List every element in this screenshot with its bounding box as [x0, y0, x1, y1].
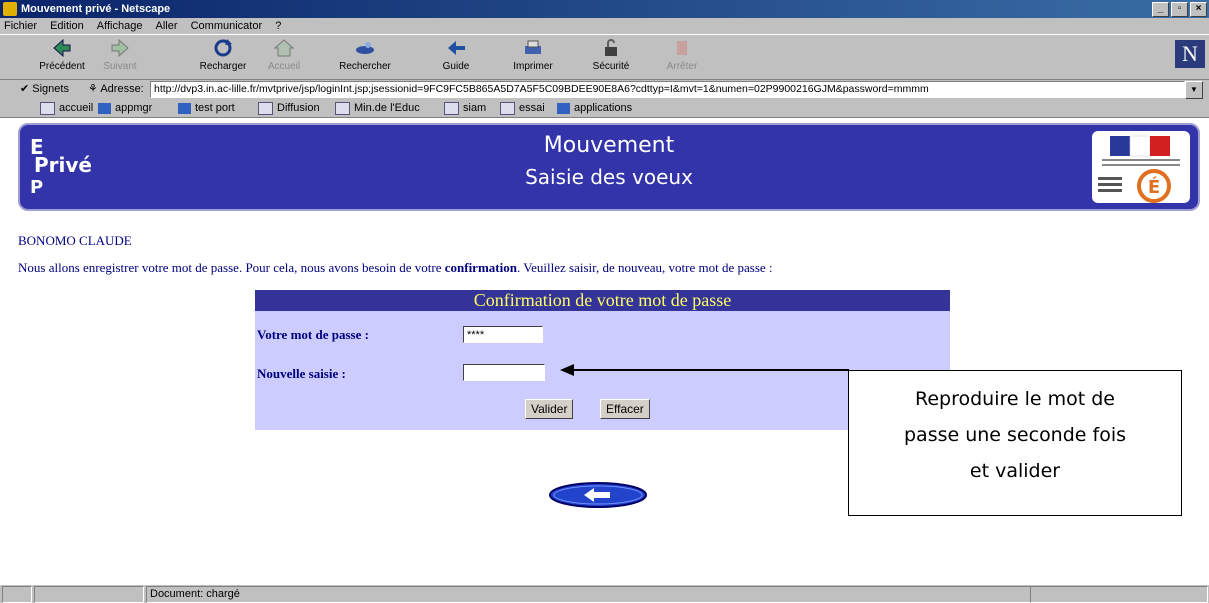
netscape-app-icon — [3, 2, 17, 16]
bookmark-applications[interactable]: applications — [557, 99, 632, 117]
window-title-bar[interactable]: Mouvement privé - Netscape _ ▫ × — [0, 0, 1209, 18]
back-arrow-icon — [53, 38, 71, 58]
folder-icon — [98, 102, 111, 114]
maximize-button[interactable]: ▫ — [1171, 2, 1188, 17]
address-dropdown-button[interactable]: ▼ — [1185, 81, 1203, 99]
marianne-logo-icon: É — [1098, 135, 1180, 203]
callout-line-1: Reproduire le mot de — [914, 388, 1115, 410]
location-toolbar: ✔ Signets ⚘ Adresse: http://dvp3.in.ac-l… — [0, 79, 1209, 99]
svg-text:É: É — [1148, 176, 1160, 198]
window-controls: _ ▫ × — [1152, 2, 1207, 17]
address-label: ⚘ Adresse: — [88, 83, 144, 95]
status-bar: Document: chargé — [0, 584, 1209, 603]
security-status-icon[interactable] — [2, 586, 32, 603]
form-heading: Confirmation de votre mot de passe — [255, 290, 950, 311]
bookmarks-button[interactable]: ✔ Signets — [20, 79, 69, 99]
folder-icon — [557, 102, 570, 114]
search-icon — [356, 42, 374, 54]
close-button[interactable]: × — [1190, 2, 1207, 17]
new-entry-field[interactable] — [463, 364, 545, 381]
folder-icon — [178, 102, 191, 114]
banner-title: Mouvement — [543, 133, 675, 158]
guide-button[interactable]: Guide — [426, 37, 486, 72]
confirmation-message: Nous allons enregistrer votre mot de pas… — [18, 260, 773, 275]
printer-icon — [525, 40, 541, 54]
reset-button[interactable]: Effacer — [600, 399, 650, 419]
bookmark-appmgr[interactable]: appmgr — [98, 99, 152, 117]
address-input[interactable]: http://dvp3.in.ac-lille.fr/mvtprive/jsp/… — [150, 81, 1185, 98]
page-content: E Privé P Mouvement Saisie des voeux É B… — [0, 118, 1209, 584]
padlock-icon — [605, 39, 617, 56]
back-return-button[interactable] — [548, 482, 648, 508]
bookmark-essai[interactable]: essai — [500, 99, 545, 117]
bookmark-test-port[interactable]: test port — [178, 99, 235, 117]
menu-aller[interactable]: Aller — [156, 20, 178, 32]
reload-icon — [214, 39, 232, 57]
component-bar[interactable] — [1030, 586, 1208, 603]
bookmark-accueil[interactable]: accueil — [40, 99, 93, 117]
menu-affichage[interactable]: Affichage — [97, 20, 143, 32]
netscape-logo[interactable]: N — [1175, 40, 1205, 68]
home-button[interactable]: Accueil — [254, 37, 314, 72]
location-icon: ⚘ — [88, 83, 98, 95]
page-icon — [500, 101, 515, 115]
personal-toolbar: accueil appmgr test port Diffusion Min.d… — [0, 99, 1209, 118]
instruction-callout: Reproduire le mot de passe une seconde f… — [848, 370, 1182, 516]
callout-arrow — [560, 364, 849, 376]
bookmark-icon: ✔ — [20, 83, 30, 95]
forward-label: Suivant — [103, 61, 137, 72]
home-icon — [273, 39, 295, 57]
page-banner: E Privé P Mouvement Saisie des voeux É — [18, 123, 1200, 211]
user-name: BONOMO CLAUDE — [18, 233, 132, 248]
search-label: Rechercher — [339, 61, 391, 72]
password-label: Votre mot de passe : — [257, 327, 369, 342]
forward-arrow-icon — [111, 38, 129, 58]
callout-line-2: passe une seconde fois — [903, 424, 1127, 446]
security-button[interactable]: Sécurité — [581, 37, 641, 72]
progress-indicator — [34, 586, 144, 603]
status-text: Document: chargé — [146, 586, 1031, 603]
back-button[interactable]: Précédent — [32, 37, 92, 72]
forward-button[interactable]: Suivant — [90, 37, 150, 72]
republique-logo: É — [1092, 131, 1190, 203]
password-field[interactable]: **** — [463, 326, 543, 343]
back-label: Précédent — [39, 61, 85, 72]
home-label: Accueil — [267, 61, 301, 72]
security-label: Sécurité — [592, 61, 630, 72]
menu-help[interactable]: ? — [275, 20, 281, 32]
menu-edition[interactable]: Edition — [50, 20, 84, 32]
navigation-toolbar: Précédent Suivant Recharger Accueil Rech… — [0, 34, 1209, 80]
guide-icon — [448, 41, 465, 55]
bookmark-siam[interactable]: siam — [444, 99, 486, 117]
print-button[interactable]: Imprimer — [503, 37, 563, 72]
reload-label: Recharger — [199, 61, 247, 72]
guide-label: Guide — [442, 61, 470, 72]
new-entry-label: Nouvelle saisie : — [257, 366, 346, 381]
stop-button[interactable]: Arrêter — [652, 37, 712, 72]
menu-communicator[interactable]: Communicator — [191, 20, 263, 32]
page-icon — [40, 101, 55, 115]
banner-subtitle: Saisie des voeux — [525, 165, 693, 189]
menu-bar: Fichier Edition Affichage Aller Communic… — [0, 18, 1209, 34]
search-button[interactable]: Rechercher — [335, 37, 395, 72]
page-icon — [444, 101, 459, 115]
stop-icon — [677, 41, 687, 55]
page-icon — [258, 101, 273, 115]
bookmark-min-educ[interactable]: Min.de l'Educ — [335, 99, 420, 117]
submit-button[interactable]: Valider — [525, 399, 574, 419]
print-label: Imprimer — [513, 61, 553, 72]
bookmark-diffusion[interactable]: Diffusion — [258, 99, 320, 117]
minimize-button[interactable]: _ — [1152, 2, 1169, 17]
window-title: Mouvement privé - Netscape — [21, 3, 171, 15]
callout-line-3: et valider — [969, 460, 1061, 482]
reload-button[interactable]: Recharger — [193, 37, 253, 72]
page-icon — [335, 101, 350, 115]
stop-label: Arrêter — [666, 61, 698, 72]
menu-fichier[interactable]: Fichier — [4, 20, 37, 32]
